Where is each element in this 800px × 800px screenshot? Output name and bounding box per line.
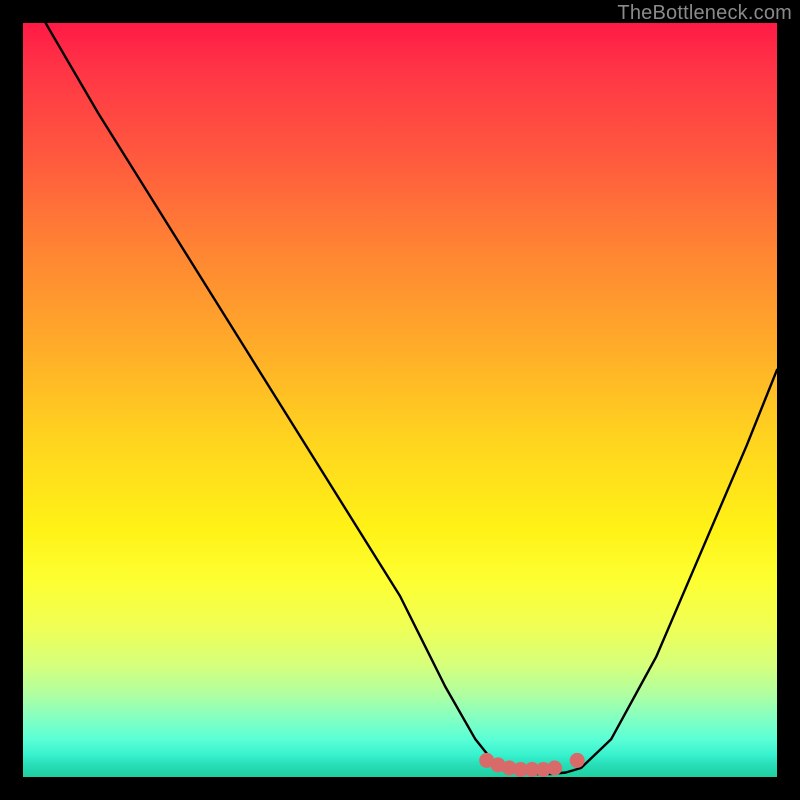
marker-dot: [570, 753, 585, 768]
baseline-markers: [479, 753, 585, 777]
line-series: [46, 23, 777, 774]
marker-dot: [547, 761, 562, 776]
bottleneck-curve: [46, 23, 777, 774]
chart-frame: TheBottleneck.com: [0, 0, 800, 800]
chart-svg: [23, 23, 777, 777]
watermark-text: TheBottleneck.com: [617, 2, 792, 25]
plot-area: [23, 23, 777, 777]
